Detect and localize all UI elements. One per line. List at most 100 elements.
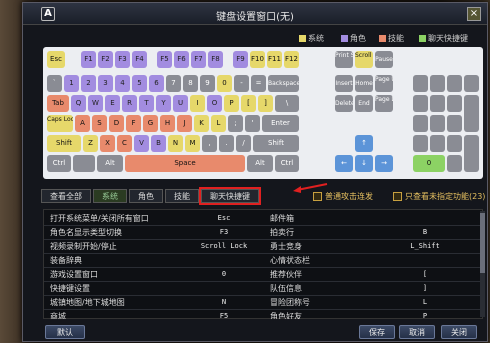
save-button[interactable]: 保存: [359, 325, 395, 339]
action-key[interactable]: N: [184, 296, 264, 309]
key-b[interactable]: B: [151, 135, 166, 152]
key-f2[interactable]: F2: [98, 51, 113, 68]
key-arrow-down[interactable]: ↓: [355, 155, 373, 172]
key-y[interactable]: Y: [156, 95, 171, 112]
key-arrow-right[interactable]: →: [375, 155, 393, 172]
key-page-up[interactable]: Page Up: [375, 75, 393, 92]
key-u[interactable]: U: [173, 95, 188, 112]
table-row[interactable]: 打开系统菜单/关闭所有窗口 Esc 邮件箱: [44, 212, 482, 225]
key-6[interactable]: 6: [149, 75, 164, 92]
cancel-button[interactable]: 取消: [399, 325, 435, 339]
key-left-alt[interactable]: Alt: [97, 155, 123, 172]
action-key[interactable]: L: [380, 296, 470, 309]
key-equals[interactable]: =: [251, 75, 266, 92]
key-d[interactable]: D: [109, 115, 124, 132]
unassigned-only-option[interactable]: 只查看未指定功能(23): [393, 191, 485, 202]
action-key[interactable]: F3: [184, 226, 264, 239]
key-5[interactable]: 5: [132, 75, 147, 92]
tab-character[interactable]: 角色: [129, 189, 163, 203]
checkbox-icon[interactable]: [393, 192, 402, 201]
default-button[interactable]: 默认: [45, 325, 85, 339]
key-numpad[interactable]: [447, 95, 462, 112]
table-row[interactable]: 游戏设置窗口 0 推荐伙伴 [: [44, 268, 482, 281]
key-k[interactable]: K: [194, 115, 209, 132]
key-q[interactable]: Q: [71, 95, 86, 112]
table-row[interactable]: 快捷键设置 队伍信息 ]: [44, 282, 482, 295]
key-f10[interactable]: F10: [250, 51, 265, 68]
key-f11[interactable]: F11: [267, 51, 282, 68]
key-i[interactable]: I: [190, 95, 205, 112]
table-row[interactable]: 装备辞典 心情状态栏: [44, 254, 482, 267]
table-row[interactable]: 商城 F5 角色好友 P: [44, 310, 482, 319]
key-v[interactable]: V: [134, 135, 149, 152]
key-numpad[interactable]: [413, 115, 428, 132]
action-key[interactable]: L_Shift: [380, 240, 470, 253]
tab-all[interactable]: 查看全部: [41, 189, 91, 203]
key-o[interactable]: O: [207, 95, 222, 112]
key-print-screen[interactable]: Print Scrn: [335, 51, 353, 68]
key-right-ctrl[interactable]: Ctrl: [275, 155, 299, 172]
key-2[interactable]: 2: [81, 75, 96, 92]
key-m[interactable]: M: [185, 135, 200, 152]
tab-chat-shortcuts[interactable]: 聊天快捷键: [199, 187, 261, 205]
scrollbar-thumb[interactable]: [480, 213, 485, 273]
key-right-shift[interactable]: Shift: [253, 135, 299, 152]
key-f5[interactable]: F5: [157, 51, 172, 68]
normal-attack-repeat-option[interactable]: 普通攻击连发: [313, 191, 373, 202]
key-e[interactable]: E: [105, 95, 120, 112]
key-t[interactable]: T: [139, 95, 154, 112]
key-space[interactable]: Space: [125, 155, 245, 172]
key-quote[interactable]: ': [245, 115, 260, 132]
action-key[interactable]: [380, 254, 470, 267]
key-tab[interactable]: Tab: [47, 95, 69, 112]
close-button[interactable]: 关闭: [441, 325, 477, 339]
key-h[interactable]: H: [160, 115, 175, 132]
action-key[interactable]: 0: [184, 268, 264, 281]
key-scroll-lock[interactable]: Scroll Lock: [355, 51, 373, 68]
key-g[interactable]: G: [143, 115, 158, 132]
key-numpad[interactable]: [447, 135, 462, 152]
key-f3[interactable]: F3: [115, 51, 130, 68]
key-numpad[interactable]: [413, 95, 428, 112]
key-numpad-enter[interactable]: [464, 135, 479, 172]
key-numpad[interactable]: [430, 115, 445, 132]
key-j[interactable]: J: [177, 115, 192, 132]
action-key[interactable]: [380, 212, 470, 225]
key-win[interactable]: [73, 155, 95, 172]
key-period[interactable]: .: [219, 135, 234, 152]
key-left-shift[interactable]: Shift: [47, 135, 81, 152]
key-f7[interactable]: F7: [191, 51, 206, 68]
close-icon[interactable]: ×: [467, 7, 481, 21]
key-0[interactable]: 0: [217, 75, 232, 92]
key-a[interactable]: A: [75, 115, 90, 132]
key-left-ctrl[interactable]: Ctrl: [47, 155, 71, 172]
tab-skill[interactable]: 技能: [165, 189, 199, 203]
key-numpad[interactable]: [413, 75, 428, 92]
key-7[interactable]: 7: [166, 75, 181, 92]
key-l[interactable]: L: [211, 115, 226, 132]
checkbox-icon[interactable]: [313, 192, 322, 201]
key-f8[interactable]: F8: [208, 51, 223, 68]
key-esc[interactable]: Esc: [47, 51, 65, 68]
key-f6[interactable]: F6: [174, 51, 189, 68]
key-9[interactable]: 9: [200, 75, 215, 92]
key-enter[interactable]: Enter: [262, 115, 299, 132]
key-backtick[interactable]: `: [47, 75, 62, 92]
key-1[interactable]: 1: [64, 75, 79, 92]
key-numpad-plus[interactable]: [464, 95, 479, 132]
key-arrow-left[interactable]: ←: [335, 155, 353, 172]
table-row[interactable]: 视频录制开始/停止 Scroll Lock 勇士竞身 L_Shift: [44, 240, 482, 253]
key-f9[interactable]: F9: [233, 51, 248, 68]
key-f4[interactable]: F4: [132, 51, 147, 68]
key-delete[interactable]: Delete: [335, 95, 353, 112]
key-s[interactable]: S: [92, 115, 107, 132]
table-scrollbar[interactable]: [480, 211, 485, 317]
key-numpad-dot[interactable]: [447, 155, 462, 172]
key-f[interactable]: F: [126, 115, 141, 132]
action-key[interactable]: Scroll Lock: [184, 240, 264, 253]
key-p[interactable]: P: [224, 95, 239, 112]
tab-system[interactable]: 系统: [93, 189, 127, 203]
key-right-alt[interactable]: Alt: [247, 155, 273, 172]
action-key[interactable]: P: [380, 310, 470, 319]
key-numpad[interactable]: [430, 75, 445, 92]
